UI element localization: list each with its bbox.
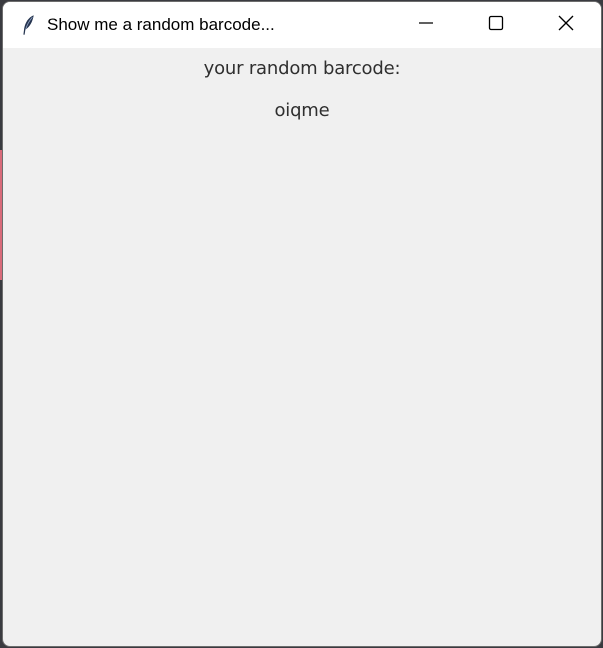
maximize-icon	[488, 15, 504, 35]
window-title: Show me a random barcode...	[47, 15, 275, 34]
minimize-button[interactable]	[391, 2, 461, 48]
close-icon	[557, 14, 575, 36]
close-button[interactable]	[531, 2, 601, 48]
window-content: your random barcode: oiqme	[3, 58, 601, 122]
maximize-button[interactable]	[461, 2, 531, 48]
feather-icon	[19, 14, 37, 36]
desktop: Show me a random barcode... your random …	[0, 0, 603, 648]
title-bar[interactable]: Show me a random barcode...	[3, 2, 601, 48]
barcode-value: oiqme	[274, 100, 330, 121]
app-window: Show me a random barcode... your random …	[2, 1, 602, 647]
barcode-heading: your random barcode:	[203, 58, 401, 79]
minimize-icon	[418, 15, 434, 35]
window-controls	[391, 2, 601, 48]
